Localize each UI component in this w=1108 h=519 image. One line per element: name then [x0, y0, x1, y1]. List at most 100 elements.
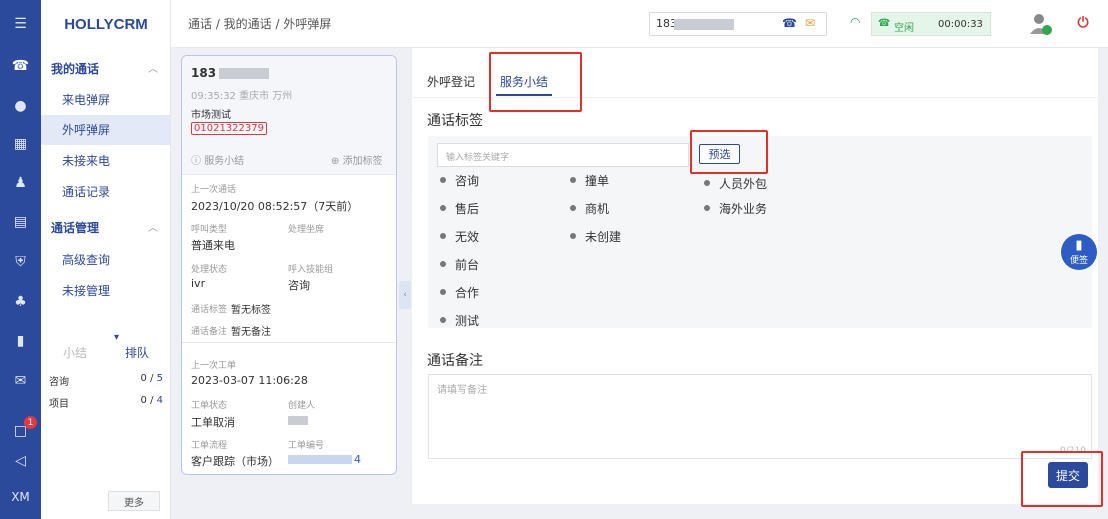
field-label: 上一次通话	[191, 185, 237, 195]
field-label: 上一次工单	[191, 361, 237, 371]
sticky-note-button[interactable]: ▮ 便签	[1061, 234, 1097, 270]
call-tag-value: 暂无标签	[231, 305, 271, 316]
nav-item-advanced-query[interactable]: 高级查询	[41, 245, 171, 275]
nav-item-inbound-popup[interactable]: 来电弹屏	[41, 85, 171, 115]
field-label: 工单状态	[191, 401, 228, 411]
agent-status[interactable]: ☎ 空闲 00:00:33	[871, 12, 991, 36]
tag-item[interactable]: 咨询	[440, 172, 479, 189]
message-icon[interactable]: ✉	[0, 370, 41, 392]
nav-group-label: 通话管理	[51, 221, 100, 235]
power-icon[interactable]: ⏻	[1073, 13, 1093, 33]
nav-group-my-calls[interactable]: 我的通话 ︿	[51, 60, 158, 77]
tab-outbound-register[interactable]: 外呼登记	[427, 73, 475, 90]
grid-icon[interactable]: ▦	[0, 133, 41, 155]
number-tag: 01021322379	[191, 122, 267, 135]
menu-icon[interactable]: ☰	[0, 0, 41, 48]
tag-item[interactable]: 撞单	[570, 172, 609, 189]
masked-creator	[288, 416, 308, 425]
tag-item[interactable]: 人员外包	[704, 175, 767, 192]
shield-icon[interactable]: ⛨	[0, 251, 41, 273]
field-label: 处理坐席	[288, 225, 325, 235]
top-bar: 通话 / 我的通话 / 外呼弹屏 183 ☎ ✉ ◠ ☎ 空闲 00:00:33…	[171, 0, 1108, 48]
handle-status: ivr	[191, 277, 206, 290]
nav-item-outbound-popup[interactable]: 外呼弹屏	[41, 115, 171, 145]
tag-item[interactable]: 海外业务	[704, 200, 767, 217]
queue-count: 0	[140, 395, 147, 406]
collapse-handle[interactable]: ‹	[399, 281, 411, 309]
add-tag-link[interactable]: ⊕ 添加标签	[331, 152, 383, 167]
tag-item[interactable]: 合作	[440, 284, 479, 301]
tag-item[interactable]: 商机	[570, 200, 609, 217]
field-label: 呼入技能组	[288, 265, 334, 275]
more-button[interactable]: 更多	[108, 491, 160, 511]
tag-item[interactable]: 售后	[440, 200, 479, 217]
customer-card: 183 09:35:32 重庆市 万州 市场测试 01021322379 ⓘ 服…	[181, 55, 397, 475]
queue-row: 项目 0 / 4	[49, 395, 163, 410]
notification-icon[interactable]: □ 1	[0, 416, 41, 442]
add-tag-label: 添加标签	[342, 156, 383, 167]
filter-icon[interactable]: ▾	[114, 332, 119, 343]
chat-icon[interactable]: ●	[0, 95, 41, 117]
sticky-note-label: 便签	[1069, 256, 1088, 266]
order-flow: 客户跟踪（市场）	[191, 455, 279, 468]
chart-icon[interactable]: ▮	[0, 330, 41, 352]
call-remark-title: 通话备注	[427, 353, 483, 369]
queue-total: 4	[156, 395, 163, 406]
tag-search-input[interactable]: 输入标签关键字	[437, 143, 689, 167]
avatar[interactable]	[1027, 10, 1053, 36]
phone-input[interactable]: 183 ☎ ✉	[649, 12, 827, 36]
brand-logo: HOLLYCRM	[64, 15, 148, 33]
tag-item[interactable]: 测试	[440, 312, 479, 329]
tab-summary[interactable]: 小结	[63, 344, 87, 361]
user-icon[interactable]: ♟	[0, 172, 41, 194]
last-order-time: 2023-03-07 11:06:28	[191, 374, 308, 387]
masked-order-number	[288, 455, 352, 464]
highlight-box	[489, 52, 582, 112]
chevron-up-icon: ︿	[148, 64, 158, 75]
nav-item-missed-management[interactable]: 未接管理	[41, 276, 171, 306]
nav-item-missed-calls[interactable]: 未接来电	[41, 146, 171, 176]
call-icon[interactable]: ☎	[782, 16, 797, 30]
collapse-icon[interactable]: ◁	[0, 450, 41, 472]
nav-item-call-records[interactable]: 通话记录	[41, 177, 171, 207]
queue-label: 项目	[49, 399, 69, 410]
customer-name: 市场测试	[191, 110, 231, 121]
field-label: 工单编号	[288, 441, 325, 451]
tab-queue[interactable]: 排队	[125, 344, 149, 361]
call-remark-value: 暂无备注	[231, 327, 271, 338]
customer-phone: 183	[191, 66, 217, 80]
document-icon[interactable]: ▤	[0, 211, 41, 233]
call-time-location: 09:35:32 重庆市 万州	[191, 91, 293, 102]
user-initials[interactable]: XM	[0, 486, 41, 508]
wifi-icon: ◠	[850, 15, 861, 29]
nav-group-call-management[interactable]: 通话管理 ︿	[51, 219, 158, 236]
field-label: 通话备注	[191, 327, 228, 337]
robot-icon[interactable]: ♣	[0, 291, 41, 313]
tag-item[interactable]: 未创建	[570, 228, 621, 245]
divider	[182, 174, 396, 175]
tag-item[interactable]: 无效	[440, 228, 479, 245]
queue-total: 5	[156, 373, 163, 384]
breadcrumb: 通话 / 我的通话 / 外呼弹屏	[188, 17, 332, 31]
message-icon[interactable]: ✉	[805, 16, 815, 30]
tag-item[interactable]: 前台	[440, 256, 479, 273]
queue-label: 咨询	[49, 377, 69, 388]
summary-link[interactable]: ⓘ 服务小结	[191, 152, 244, 167]
field-label: 创建人	[288, 401, 316, 411]
chevron-up-icon: ︿	[148, 223, 158, 234]
field-label: 工单流程	[191, 441, 228, 451]
call-tags-title: 通话标签	[427, 113, 483, 129]
field-label: 呼叫类型	[191, 225, 228, 235]
highlight-box	[1021, 451, 1103, 507]
divider	[182, 342, 396, 343]
order-status: 工单取消	[191, 416, 235, 429]
status-label: 空闲	[894, 23, 914, 34]
queue-tabs: 小结 排队	[41, 344, 171, 364]
order-number-link[interactable]: 4	[354, 453, 361, 466]
last-call-time: 2023/10/20 08:52:57（7天前）	[191, 200, 359, 213]
highlight-box	[690, 130, 768, 174]
remark-textarea[interactable]: 请填写备注	[428, 374, 1092, 459]
icon-rail: ☰ ☎ ● ▦ ♟ ▤ ⛨ ♣ ▮ ✉ □ 1 ◁ XM	[0, 0, 41, 519]
field-label: 通话标签	[191, 305, 228, 315]
phone-icon[interactable]: ☎	[0, 55, 41, 77]
